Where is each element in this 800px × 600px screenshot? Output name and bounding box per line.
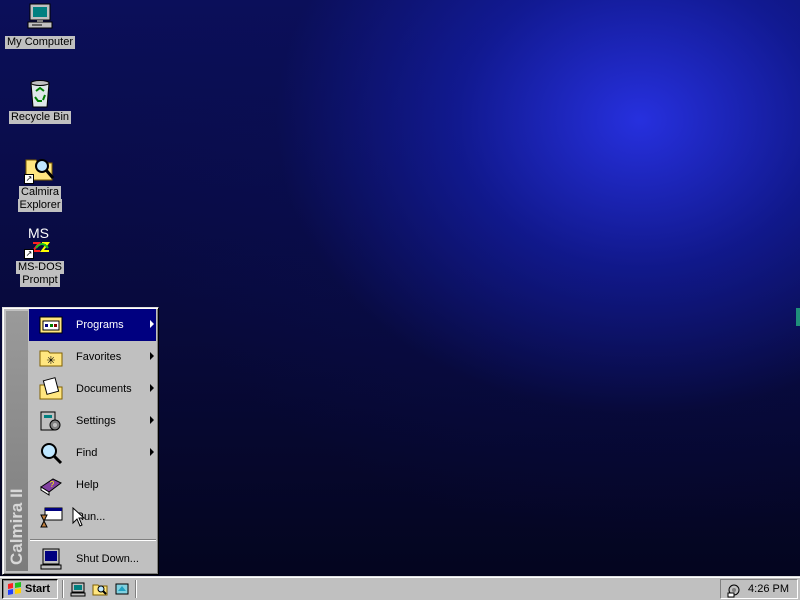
menu-item-run[interactable]: Run... — [29, 501, 156, 533]
recycle-bin-icon — [24, 77, 56, 109]
menu-item-programs[interactable]: Programs — [29, 309, 156, 341]
menu-item-shut-down[interactable]: Shut Down... — [29, 543, 156, 575]
menu-item-label: Shut Down... — [76, 553, 139, 565]
desktop-icon-label: My Computer — [4, 36, 76, 49]
submenu-arrow-icon — [150, 416, 154, 424]
menu-item-label: Help — [76, 479, 99, 491]
menu-item-documents[interactable]: Documents — [29, 373, 156, 405]
quick-launch-desktop-icon[interactable] — [70, 581, 86, 597]
svg-text:?: ? — [50, 480, 55, 489]
mouse-cursor-icon — [72, 507, 86, 527]
programs-icon — [39, 313, 63, 337]
shortcut-arrow-icon: ↗ — [24, 249, 34, 259]
desktop-icon-my-computer[interactable]: My Computer — [3, 2, 77, 49]
menu-item-settings[interactable]: Settings — [29, 405, 156, 437]
windows-logo-icon — [8, 582, 21, 595]
svg-text:✳: ✳ — [46, 355, 55, 367]
desktop-icon-recycle-bin[interactable]: Recycle Bin — [3, 77, 77, 124]
menu-item-find[interactable]: Find — [29, 437, 156, 469]
help-icon: ? — [39, 473, 63, 497]
tray-settings-icon[interactable] — [726, 582, 742, 598]
settings-icon — [39, 409, 63, 433]
explorer-icon: ↗ — [24, 152, 56, 184]
menu-item-label: Settings — [76, 415, 116, 427]
shutdown-icon — [39, 547, 63, 571]
menu-separator — [30, 539, 156, 541]
menu-item-label: Find — [76, 447, 98, 459]
submenu-arrow-icon — [150, 320, 154, 328]
find-icon — [39, 441, 63, 465]
start-button-label: Start — [25, 583, 51, 595]
menu-item-label: Documents — [76, 383, 132, 395]
submenu-arrow-icon — [150, 352, 154, 360]
menu-item-favorites[interactable]: ✳ Favorites — [29, 341, 156, 373]
ms-dos-icon: MS ↗ — [24, 226, 56, 259]
quick-launch-browser-icon[interactable] — [114, 581, 130, 597]
desktop-icon-label-line2: Prompt — [20, 274, 60, 287]
run-icon — [39, 505, 63, 529]
menu-item-label: Programs — [76, 319, 124, 331]
submenu-arrow-icon — [150, 448, 154, 456]
offscreen-window-edge[interactable] — [796, 308, 800, 326]
desktop-icon-label-line1: Calmira — [19, 186, 61, 199]
desktop-icon-calmira-explorer[interactable]: ↗ Calmira Explorer — [3, 152, 77, 212]
quick-launch-explorer-icon[interactable] — [92, 581, 108, 597]
start-menu: Calmira II Programs ✳ Favorites Document… — [2, 307, 159, 575]
shortcut-arrow-icon: ↗ — [24, 174, 34, 184]
start-menu-sidebar: Calmira II — [6, 311, 28, 571]
taskbar-separator — [62, 580, 64, 598]
desktop-icon-ms-dos-prompt[interactable]: MS ↗ MS-DOS Prompt — [3, 226, 77, 287]
taskbar-separator — [135, 580, 137, 598]
menu-item-label: Favorites — [76, 351, 122, 363]
desktop-icon-label-line2: Explorer — [17, 199, 63, 212]
documents-icon — [39, 377, 63, 401]
system-tray: 4:26 PM — [720, 579, 798, 599]
start-button[interactable]: Start — [2, 579, 58, 599]
submenu-arrow-icon — [150, 384, 154, 392]
my-computer-icon — [24, 2, 56, 34]
clock[interactable]: 4:26 PM — [748, 583, 789, 595]
favorites-icon: ✳ — [39, 345, 63, 369]
desktop-icon-label-line1: MS-DOS — [16, 261, 64, 274]
desktop-icon-label: Recycle Bin — [8, 111, 72, 124]
menu-item-help[interactable]: ? Help — [29, 469, 156, 501]
taskbar: Start 4:26 PM — [0, 576, 800, 600]
start-menu-sidebar-text: Calmira II — [7, 488, 26, 565]
